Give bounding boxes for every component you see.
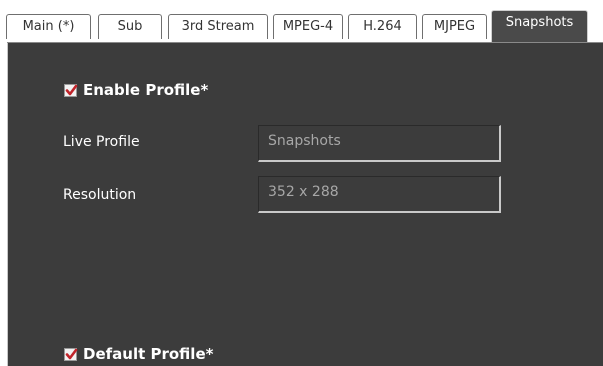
live-profile-label: Live Profile xyxy=(63,134,140,150)
live-profile-field[interactable]: Snapshots xyxy=(258,125,501,162)
resolution-label: Resolution xyxy=(63,187,137,203)
tab-snapshots[interactable]: Snapshots xyxy=(491,10,588,43)
check-icon xyxy=(65,348,78,359)
tab-mjpeg[interactable]: MJPEG xyxy=(422,14,487,39)
enable-profile-checkbox[interactable] xyxy=(64,83,78,97)
tab-h264[interactable]: H.264 xyxy=(348,14,417,39)
default-profile-checkbox[interactable] xyxy=(64,347,78,361)
stream-settings-window: Main (*) Sub 3rd Stream MPEG-4 H.264 MJP… xyxy=(0,0,603,366)
check-icon xyxy=(65,84,78,95)
tab-sub[interactable]: Sub xyxy=(98,14,162,39)
tab-mpeg4[interactable]: MPEG-4 xyxy=(273,14,343,39)
enable-profile-label: Enable Profile* xyxy=(83,81,209,99)
tab-bar: Main (*) Sub 3rd Stream MPEG-4 H.264 MJP… xyxy=(0,0,603,43)
enable-profile-row[interactable]: Enable Profile* xyxy=(64,81,208,99)
default-profile-label: Default Profile* xyxy=(83,345,214,363)
tab-3rd-stream[interactable]: 3rd Stream xyxy=(168,14,268,39)
tab-main[interactable]: Main (*) xyxy=(6,14,91,39)
default-profile-row[interactable]: Default Profile* xyxy=(64,345,213,363)
resolution-field[interactable]: 352 x 288 xyxy=(258,176,501,213)
